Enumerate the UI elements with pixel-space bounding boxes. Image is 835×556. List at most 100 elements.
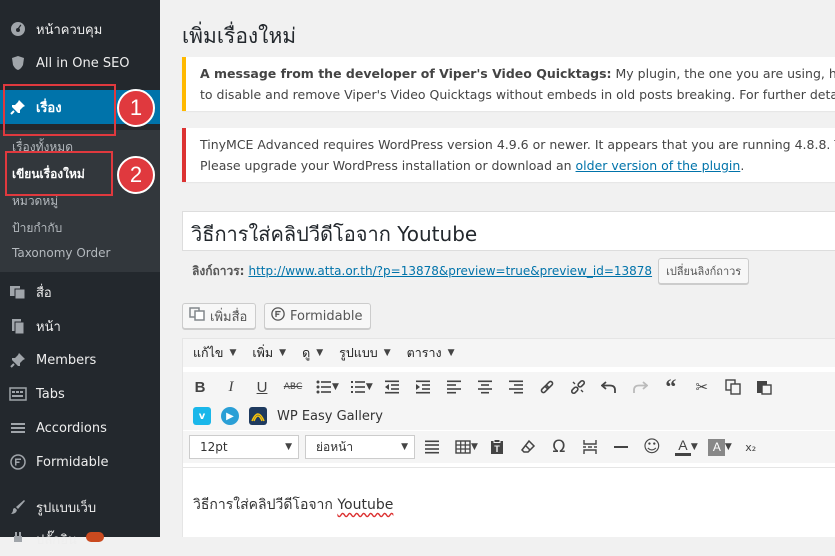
sidebar-item-members[interactable]: Members [0,343,160,377]
cut-icon[interactable]: ✂ [688,374,716,400]
indent-icon[interactable] [409,374,437,400]
permalink-row: ลิงก์ถาวร: http://www.atta.or.th/?p=1387… [192,258,750,284]
sidebar-item-plugins[interactable]: ปลั๊กอิน [0,522,160,556]
font-size-select[interactable]: 12pt ▼ [189,435,299,459]
vimeo-icon[interactable]: v [193,407,211,425]
formidable-icon [271,307,285,325]
permalink-url[interactable]: http://www.atta.or.th/?p=13878&preview=t… [248,264,652,278]
sidebar-item-label: Tabs [36,386,65,402]
outdent-icon[interactable] [378,374,406,400]
sidebar-item-label: หน้า [36,319,61,335]
paragraph-format-select[interactable]: ย่อหน้า ▼ [305,435,415,459]
sidebar-item-media[interactable]: สื่อ [0,275,160,309]
special-character-icon[interactable]: Ω [545,434,573,460]
text-color-swatch [674,452,691,456]
submenu-taxonomy-order[interactable]: Taxonomy Order [12,246,110,260]
strikethrough-icon[interactable]: ABC [279,374,307,400]
sidebar-item-dashboard[interactable]: หน้าควบคุม [0,12,160,46]
sidebar-item-label: All in One SEO [36,55,130,71]
older-version-link[interactable]: older version of the plugin [576,158,741,173]
sidebar-item-appearance[interactable]: รูปแบบเว็บ [0,490,160,524]
redo-icon[interactable] [626,374,654,400]
menu-format[interactable]: รูปแบบ ▼ [339,343,391,363]
notice-text: My plugin, the one you are using, has be… [615,66,835,81]
bold-icon[interactable]: B [186,374,214,400]
caret-down-icon: ▼ [316,348,324,358]
wp-easy-gallery-button[interactable]: WP Easy Gallery [277,409,383,424]
sidebar-item-formidable[interactable]: Formidable [0,445,160,479]
caret-down-icon: ▼ [383,348,391,358]
caret-down-icon[interactable]: ▼ [332,382,339,392]
annotation-box-posts [3,84,116,136]
gallery-icon[interactable] [249,407,267,425]
menu-edit[interactable]: แก้ไข ▼ [193,343,236,363]
content-text-misspelled: Youtube [337,497,394,513]
brush-icon [8,497,28,517]
submenu-tags[interactable]: ป้ายกำกับ [12,219,62,238]
caret-down-icon[interactable]: ▼ [691,442,698,452]
edit-permalink-button[interactable]: เปลี่ยนลิงก์ถาวร [658,258,750,284]
formidable-button[interactable]: Formidable [264,303,372,329]
menu-label: ตาราง [406,345,442,360]
svg-text:T: T [494,444,500,454]
add-media-button[interactable]: เพิ่มสื่อ [182,303,257,329]
notice-line: to disable and remove Viper's Video Quic… [200,87,835,102]
sidebar-item-label: Accordions [36,420,107,436]
sidebar-item-label: หน้าควบคุม [36,22,103,38]
subscript-icon[interactable]: x₂ [737,434,765,460]
editor-menubar: แก้ไข ▼ เพิ่ม ▼ ดู ▼ รูปแบบ ▼ ตาราง ▼ [183,339,835,367]
update-count-badge [86,532,104,542]
undo-icon[interactable] [595,374,623,400]
align-right-icon[interactable] [502,374,530,400]
menu-view[interactable]: ดู ▼ [302,343,323,363]
align-left-icon[interactable] [440,374,468,400]
emoticon-icon[interactable]: ☺ [638,434,666,460]
formidable-label: Formidable [290,308,363,324]
horizontal-line-icon[interactable] [607,434,635,460]
notice-line: A message from the developer of Viper's … [200,63,835,84]
sidebar-item-tabs[interactable]: Tabs [0,377,160,411]
notice-text: . [740,158,745,173]
menu-label: รูปแบบ [339,345,378,360]
paste-text-icon[interactable]: T [483,434,511,460]
sidebar-item-label: Formidable [36,454,109,470]
link-icon[interactable] [533,374,561,400]
admin-sidebar: หน้าควบคุม All in One SEO เรื่อง เรื่องท… [0,0,160,548]
align-center-icon[interactable] [471,374,499,400]
caret-down-icon[interactable]: ▼ [471,442,478,452]
menu-table[interactable]: ตาราง ▼ [407,343,455,363]
notice-line: TinyMCE Advanced requires WordPress vers… [200,137,835,152]
pages-icon [8,316,28,336]
justify-icon[interactable] [418,434,446,460]
copy-icon[interactable] [719,374,747,400]
sidebar-item-aioseo[interactable]: All in One SEO [0,46,160,80]
annotation-box-add-new [5,151,113,196]
notice-bold: A message from the developer of Viper's … [200,66,612,81]
bg-color-letter-icon: A [708,438,726,456]
sidebar-item-accordions[interactable]: Accordions [0,411,160,445]
editor-content-area[interactable]: วิธีการใส่คลิปวีดีโอจาก Youtube [183,467,835,537]
clear-formatting-icon[interactable] [514,434,542,460]
menu-insert[interactable]: เพิ่ม ▼ [252,343,286,363]
list-icon [8,418,28,438]
media-icon [189,307,205,325]
underline-icon[interactable]: U [248,374,276,400]
video-player-icon[interactable]: ▶ [221,407,239,425]
page-break-icon[interactable] [576,434,604,460]
notice-text: Please upgrade your WordPress installati… [200,158,576,173]
post-title-input[interactable]: วิธีการใส่คลิปวีดีโอจาก Youtube [182,211,835,251]
page-title: เพิ่มเรื่องใหม่ [182,24,297,48]
paste-icon[interactable] [750,374,778,400]
unlink-icon[interactable] [564,374,592,400]
sidebar-item-label: รูปแบบเว็บ [36,500,97,516]
italic-icon[interactable]: I [217,374,245,400]
blockquote-icon[interactable]: “ [657,374,685,400]
caret-down-icon[interactable]: ▼ [366,382,373,392]
caret-down-icon[interactable]: ▼ [725,442,732,452]
menu-label: แก้ไข [193,345,224,360]
caret-down-icon: ▼ [285,442,292,452]
plugin-icon [8,529,28,549]
sidebar-item-label: สื่อ [36,285,52,301]
sidebar-item-pages[interactable]: หน้า [0,309,160,343]
media-icon [8,282,28,302]
